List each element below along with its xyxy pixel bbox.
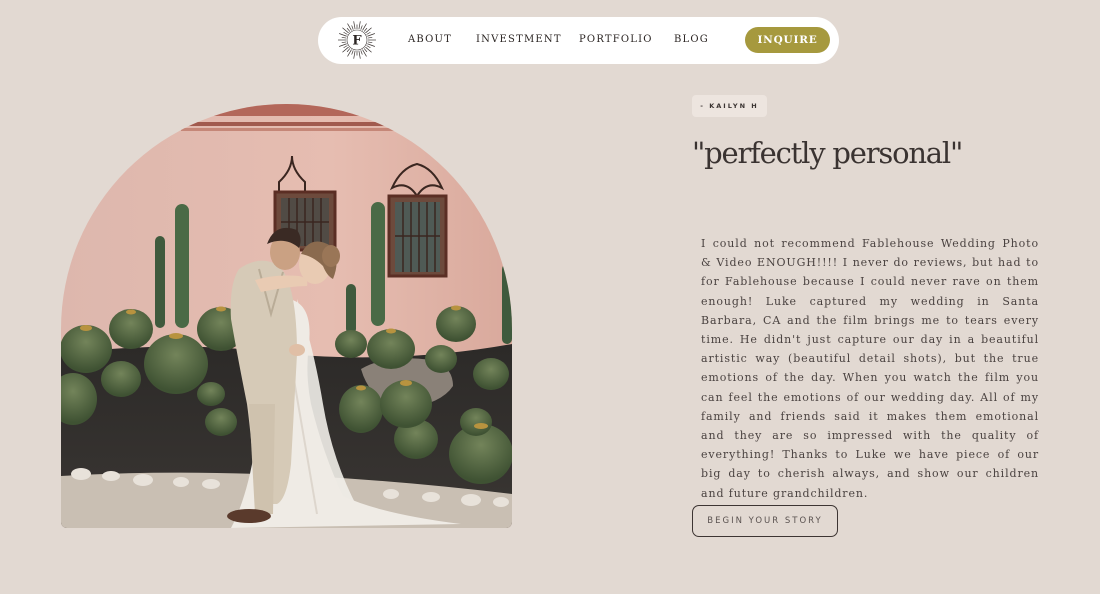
sunburst-logo-icon: F (338, 21, 376, 59)
nav-link-about[interactable]: ABOUT (408, 33, 452, 47)
nav-link-blog[interactable]: BLOG (674, 33, 709, 47)
nav-link-investment[interactable]: INVESTMENT (476, 33, 562, 47)
testimonial-author-badge: - KAILYN H (692, 95, 767, 117)
inquire-button[interactable]: INQUIRE (745, 27, 830, 53)
fablehouse-logo[interactable]: F (337, 20, 377, 60)
logo-letter: F (352, 34, 362, 49)
nav-link-portfolio[interactable]: PORTFOLIO (579, 33, 653, 47)
wedding-couple-photo (61, 104, 512, 528)
begin-your-story-button[interactable]: BEGIN YOUR STORY (692, 505, 838, 537)
top-navigation: F ABOUT INVESTMENT PORTFOLIO BLOG INQUIR… (318, 17, 839, 64)
testimonial-title: "perfectly personal" (692, 136, 963, 170)
testimonial-body: I could not recommend Fablehouse Wedding… (701, 237, 1039, 500)
